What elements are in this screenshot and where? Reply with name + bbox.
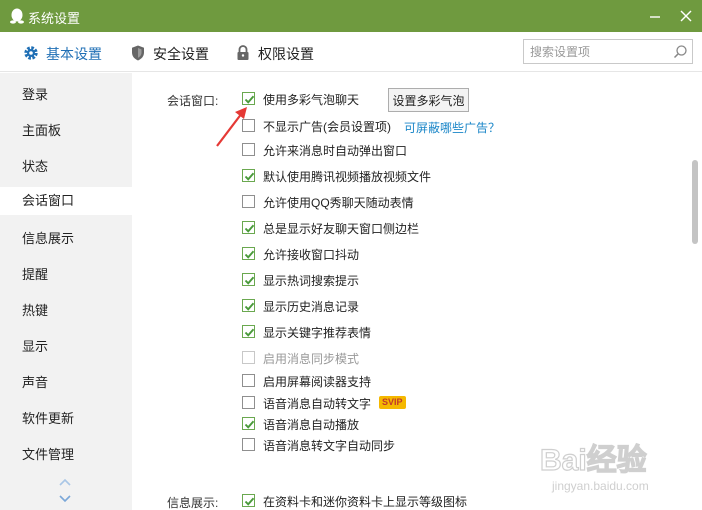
option-label: 允许来消息时自动弹出窗口	[263, 144, 408, 158]
chevron-down-icon[interactable]	[58, 494, 72, 504]
tab-label: 基本设置	[46, 46, 102, 62]
option-label: 语音消息转文字自动同步	[263, 439, 396, 453]
baidu-watermark-logo: Bai经验 jingyan.baidu.com	[539, 442, 649, 493]
sidebar-item-label: 登录	[22, 87, 49, 102]
sidebar-item-status[interactable]: 状态	[0, 153, 132, 181]
sidebar-item-label: 热键	[22, 303, 49, 318]
option-label: 在资料卡和迷你资料卡上显示等级图标	[263, 495, 468, 509]
check-icon	[244, 250, 255, 259]
option-label: 允许接收窗口抖动	[263, 248, 360, 262]
option-label: 语音消息自动播放	[263, 418, 360, 432]
chevron-up-icon[interactable]	[58, 477, 72, 487]
option-label: 显示热词搜索提示	[263, 274, 360, 288]
shield-icon	[132, 45, 144, 61]
qq-penguin-icon	[10, 8, 24, 24]
option-label: 总是显示好友聊天窗口侧边栏	[263, 222, 420, 236]
minimize-icon[interactable]	[645, 6, 665, 26]
checkbox[interactable]	[242, 221, 255, 234]
check-icon	[244, 328, 255, 337]
option-label: 显示关键字推荐表情	[263, 326, 372, 340]
annotation-arrow-icon	[216, 107, 247, 147]
sidebar-item-reminder[interactable]: 提醒	[0, 261, 132, 289]
sidebar-item-display[interactable]: 显示	[0, 333, 132, 361]
sidebar-item-info-display[interactable]: 信息展示	[0, 225, 132, 253]
sidebar-item-hotkeys[interactable]: 热键	[0, 297, 132, 325]
search-icon[interactable]	[672, 44, 688, 60]
watermark-text: Bai经验	[540, 443, 647, 477]
tab-security-settings[interactable]: 安全设置	[129, 43, 209, 63]
checkbox	[242, 351, 255, 364]
sidebar-item-main-panel[interactable]: 主面板	[0, 117, 132, 145]
ads-info-link[interactable]: 可屏蔽哪些广告？	[404, 119, 500, 136]
checkbox[interactable]	[242, 417, 255, 430]
sidebar-item-label: 声音	[22, 375, 49, 390]
sidebar-item-software-update[interactable]: 软件更新	[0, 405, 132, 433]
option-label: 使用多彩气泡聊天	[263, 93, 360, 107]
checkbox[interactable]	[242, 169, 255, 182]
option-label: 启用消息同步模式	[263, 352, 360, 366]
sidebar-item-label: 文件管理	[22, 447, 75, 462]
search-input[interactable]	[530, 43, 660, 60]
sidebar-item-sound[interactable]: 声音	[0, 369, 132, 397]
watermark-subtext: jingyan.baidu.com	[551, 479, 649, 493]
sidebar-item-label: 主面板	[22, 123, 62, 138]
check-icon	[244, 497, 255, 506]
sidebar-item-label: 会话窗口	[22, 193, 75, 208]
check-icon	[244, 302, 255, 311]
check-icon	[244, 172, 255, 181]
section-label-info-display: 信息展示:	[167, 496, 219, 510]
checkbox[interactable]	[242, 299, 255, 312]
content-scrollbar[interactable]	[692, 160, 698, 244]
search-box	[523, 39, 693, 64]
sidebar-item-label: 信息展示	[22, 231, 75, 246]
checkbox[interactable]	[242, 494, 255, 507]
tab-label: 安全设置	[153, 46, 209, 62]
svip-badge: SVIP	[379, 396, 406, 409]
section-label-session-window: 会话窗口:	[167, 94, 219, 108]
check-icon	[244, 224, 255, 233]
sidebar-item-label: 提醒	[22, 267, 49, 282]
checkbox[interactable]	[242, 273, 255, 286]
option-label: 允许使用QQ秀聊天随动表情	[263, 196, 414, 210]
lock-icon	[237, 45, 249, 60]
checkbox[interactable]	[242, 325, 255, 338]
set-colorful-bubble-button[interactable]: 设置多彩气泡	[388, 88, 469, 112]
tab-permission-settings[interactable]: 权限设置	[234, 43, 314, 63]
tab-label: 权限设置	[258, 46, 314, 62]
settings-sidebar: 登录 主面板 状态 会话窗口 信息展示 提醒 热键 显示 声音 软件更新 文件管…	[0, 73, 132, 510]
sidebar-item-label: 状态	[22, 159, 49, 174]
sidebar-item-label: 软件更新	[22, 411, 75, 426]
window-title: 系统设置	[28, 11, 81, 26]
sidebar-item-login[interactable]: 登录	[0, 81, 132, 109]
option-label: 启用屏幕阅读器支持	[263, 375, 372, 389]
gear-icon	[24, 46, 38, 60]
sidebar-item-file-management[interactable]: 文件管理	[0, 441, 132, 469]
sidebar-item-label: 显示	[22, 339, 49, 354]
option-label: 语音消息自动转文字	[263, 397, 372, 411]
option-label: 显示历史消息记录	[263, 300, 360, 314]
checkbox[interactable]	[242, 247, 255, 260]
option-label: 不显示广告(会员设置项)	[263, 120, 391, 134]
title-bar: 系统设置	[0, 0, 702, 32]
checkbox[interactable]	[242, 374, 255, 387]
check-icon	[244, 420, 255, 429]
close-icon[interactable]	[676, 6, 696, 26]
checkbox[interactable]	[242, 195, 255, 208]
check-icon	[244, 276, 255, 285]
checkbox[interactable]	[242, 438, 255, 451]
option-label: 默认使用腾讯视频播放视频文件	[263, 170, 432, 184]
checkbox[interactable]	[242, 396, 255, 409]
settings-tab-bar: 基本设置 安全设置 权限设置	[0, 32, 702, 72]
sidebar-item-session-window[interactable]: 会话窗口	[0, 187, 132, 215]
tab-basic-settings[interactable]: 基本设置	[22, 43, 102, 63]
